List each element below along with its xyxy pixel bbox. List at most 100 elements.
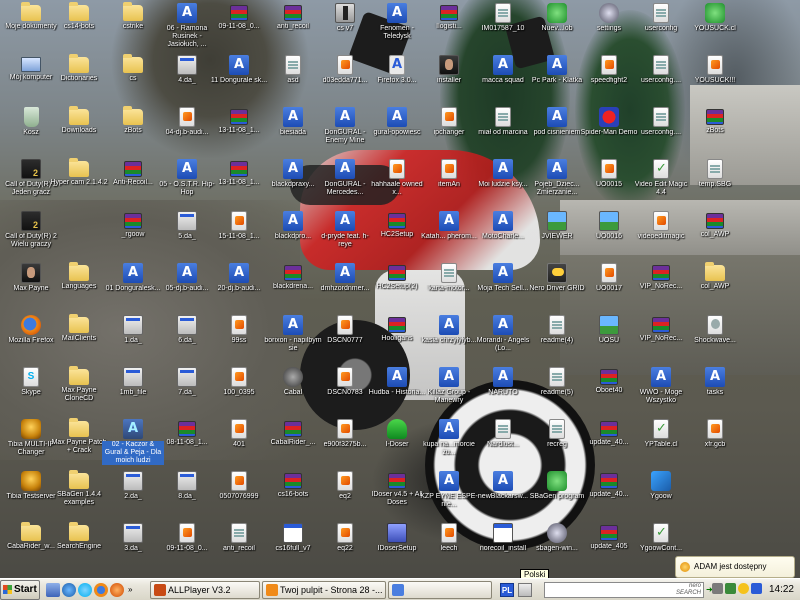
start-button[interactable]: Start	[0, 580, 40, 600]
desktop-icon[interactable]: Max Payne Patch + Crack	[48, 418, 110, 470]
desktop-icon[interactable]: Nardiust...	[472, 418, 534, 470]
language-indicator[interactable]: PL	[500, 583, 514, 597]
desktop-icon[interactable]: userconfig....	[630, 106, 692, 158]
desktop-icon[interactable]: kasia chrzylylyb...	[418, 314, 480, 366]
tray-gg-icon[interactable]	[738, 583, 749, 594]
desktop-icon[interactable]: Downloads	[48, 106, 110, 158]
desktop-icon[interactable]: leech	[418, 522, 480, 574]
desktop-icon[interactable]: cs	[102, 54, 164, 106]
keyboard-icon[interactable]	[518, 583, 532, 597]
desktop-icon[interactable]: videoeditmagic	[630, 210, 692, 262]
desktop-icon[interactable]: xfr.gcb	[684, 418, 746, 470]
desktop-icon[interactable]: 20-dj.b-audi...	[208, 262, 270, 314]
quicklaunch-show-desktop-icon[interactable]	[46, 583, 60, 597]
desktop-icon[interactable]: Ygoow	[630, 470, 692, 522]
quicklaunch-ie-icon[interactable]	[62, 583, 76, 597]
desktop-icon[interactable]: installer	[418, 54, 480, 106]
desktop-icon[interactable]: tasks	[684, 366, 746, 418]
desktop-icon[interactable]: userconfig	[630, 2, 692, 54]
app-icon	[392, 584, 404, 596]
desktop-icon[interactable]: Ilogisti...	[418, 2, 480, 54]
desktop-icon[interactable]: Moi ludzie ksy...	[472, 158, 534, 210]
desktop-icon[interactable]: macca squad	[472, 54, 534, 106]
desktop-icon[interactable]: Shockwave...	[684, 314, 746, 366]
desktop-icon[interactable]: userconfig....	[630, 54, 692, 106]
desktop-icon[interactable]: kupa na...morcie zu...	[418, 418, 480, 470]
desktop-icon[interactable]: ipchanger	[418, 106, 480, 158]
desktop-icon[interactable]: 01 Donguralesk...	[102, 262, 164, 314]
desktop-icon[interactable]: norecoil_install	[472, 522, 534, 574]
desktop-icon[interactable]: MailClients	[48, 314, 110, 366]
desktop-icon[interactable]: NARUTO	[472, 366, 534, 418]
taskbar-button[interactable]	[388, 581, 492, 599]
im-notification[interactable]: ADAM jest dostępny	[675, 556, 795, 578]
desktop-icon[interactable]: YOUSUCK.cl	[684, 2, 746, 54]
desktop-icon[interactable]: itemAn	[418, 158, 480, 210]
desktop-icon[interactable]: 3.da_	[102, 522, 164, 574]
tray-volume-icon[interactable]	[712, 583, 723, 594]
desktop-icon[interactable]: 13-11-08_1...	[208, 106, 270, 158]
desktop-icon[interactable]: 02 - Kaczor & Gural & Peja - Dla moich l…	[102, 418, 164, 470]
desktop-icon[interactable]: _rgoow	[102, 210, 164, 262]
desktop-icon[interactable]: 0507076999	[208, 470, 270, 522]
desktop-icon[interactable]: SearchEngine	[48, 522, 110, 574]
desktop-icon[interactable]: 401	[208, 418, 270, 470]
desktop-icon[interactable]: VIP_NoRec...	[630, 314, 692, 366]
desktop-icon[interactable]: WWO - Moge Wszystko	[630, 366, 692, 418]
desktop-icon[interactable]: Video Edit Magic 4.4	[630, 158, 692, 210]
desktop-icon[interactable]: 2.da_	[102, 470, 164, 522]
desktop-icon[interactable]: zBots	[684, 106, 746, 158]
taskbar-button[interactable]: ALLPlayer V3.2	[150, 581, 260, 599]
tray-security-icon[interactable]	[751, 583, 762, 594]
desktop-icon[interactable]: cs14-bots	[48, 2, 110, 54]
exe-icon	[123, 315, 143, 335]
quicklaunch-firefox-icon[interactable]	[94, 583, 108, 597]
rar-icon	[284, 5, 302, 21]
desktop-icon[interactable]: 99ss	[208, 314, 270, 366]
desktop-icon[interactable]: temp.SBG	[684, 158, 746, 210]
desktop-icon[interactable]: Languages	[48, 262, 110, 314]
desktop-icon[interactable]: Morandi - Angels (Lo...	[472, 314, 534, 366]
desktop-icon[interactable]: 13-11-08_1...	[208, 158, 270, 210]
desktop-icon[interactable]: 15-11-08_1...	[208, 210, 270, 262]
desktop-icon[interactable]: Dictionaries	[48, 54, 110, 106]
desktop-icon[interactable]: IM017587_10	[472, 2, 534, 54]
quicklaunch-skype-icon[interactable]	[78, 583, 92, 597]
desktop-icon-label: Languages	[61, 283, 97, 290]
desktop-icon[interactable]: anti_recoil	[208, 522, 270, 574]
desktop-icon[interactable]: 100_0395	[208, 366, 270, 418]
desktop-icon[interactable]: karta-motor...	[418, 262, 480, 314]
desktop-icon[interactable]: Call of Duty(R) 2 Wielu graczy	[0, 210, 62, 262]
desktop-icon[interactable]: zBots	[102, 106, 164, 158]
desktop-icon[interactable]: KZP EYNE ESPE-nie...	[418, 470, 480, 522]
folder-icon	[69, 106, 89, 125]
desktop-icon[interactable]: 1mb_file	[102, 366, 164, 418]
desktop-icon[interactable]: Hyper cam 2.1.4.2	[48, 158, 110, 210]
clock[interactable]: 14:22	[769, 583, 794, 597]
desktop-icon[interactable]: Killaz Group - Manewry	[418, 366, 480, 418]
desktop-icon[interactable]: newBlackarsw...	[472, 470, 534, 522]
desktop-icon[interactable]: 11 Dongurale sk...	[208, 54, 270, 106]
desktop-icon[interactable]: YPTable.cl	[630, 418, 692, 470]
nero-search-box[interactable]: nero SEARCH ➜	[544, 582, 713, 598]
desktop-icon[interactable]: Max Payne CloneCD	[48, 366, 110, 418]
desktop-icon[interactable]: 1.da_	[102, 314, 164, 366]
tray-network-icon[interactable]	[725, 583, 736, 594]
desktop-icon[interactable]: 09-11-08_0...	[208, 2, 270, 54]
desktop-icon[interactable]: SBaGen 1.4.4 examples	[48, 470, 110, 522]
quicklaunch-media-icon[interactable]	[110, 583, 124, 597]
desktop-icon[interactable]: Moja Tech Sell...	[472, 262, 534, 314]
desktop-icon[interactable]: col_AWP	[684, 210, 746, 262]
desktop-icon[interactable]: YOUSUCK!!!	[684, 54, 746, 106]
desktop-icon[interactable]: MotoCharle...	[472, 210, 534, 262]
quicklaunch-chevron-icon[interactable]: »	[128, 583, 136, 597]
desktop-icon-label: 2.da_	[124, 493, 142, 500]
desktop-icon[interactable]: cstrike	[102, 2, 164, 54]
desktop-icon[interactable]: miał od marcina	[472, 106, 534, 158]
desktop[interactable]: Moje dokumentycs14-botscstrike06 - Ramon…	[0, 0, 800, 578]
desktop-icon[interactable]: col_AWP	[684, 262, 746, 314]
desktop-icon[interactable]: Anti-Recoil...	[102, 158, 164, 210]
desktop-icon[interactable]: VIP_NoRec...	[630, 262, 692, 314]
desktop-icon[interactable]: Katah... pherom...	[418, 210, 480, 262]
taskbar-button[interactable]: Twoj pulpit - Strona 28 -...	[262, 581, 386, 599]
